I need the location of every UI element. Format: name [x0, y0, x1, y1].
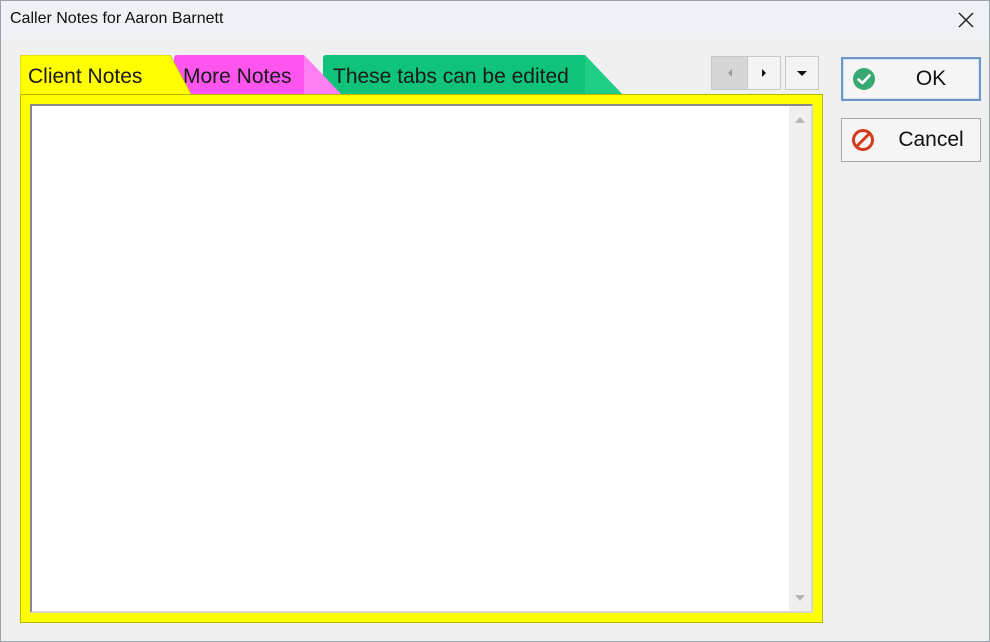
cancel-button-label: Cancel	[898, 128, 964, 151]
tab-list-button[interactable]	[785, 56, 819, 90]
tab-panel	[20, 94, 823, 623]
scroll-down-icon	[795, 594, 805, 601]
tab-client-notes[interactable]: Client Notes	[20, 55, 192, 96]
close-icon	[958, 12, 974, 28]
tab-prev-button[interactable]	[711, 56, 748, 90]
title-bar: Caller Notes for Aaron Barnett	[1, 1, 989, 39]
vertical-scrollbar[interactable]	[789, 106, 811, 611]
scroll-up-button[interactable]	[789, 108, 811, 130]
tab-these-tabs-can-be-edited[interactable]: These tabs can be edited	[323, 55, 623, 95]
no-entry-icon	[852, 129, 874, 151]
window-title: Caller Notes for Aaron Barnett	[10, 10, 224, 27]
chevron-left-icon	[727, 69, 732, 77]
check-circle-icon	[853, 68, 875, 90]
tab-more-notes[interactable]: More Notes	[174, 55, 342, 95]
notes-textarea[interactable]	[30, 104, 813, 613]
close-button[interactable]	[943, 1, 989, 39]
scroll-up-icon	[795, 116, 805, 123]
tab-label: These tabs can be edited	[333, 65, 569, 88]
tab-next-button[interactable]	[747, 56, 781, 90]
ok-button-label: OK	[915, 67, 947, 90]
tab-label: Client Notes	[28, 65, 143, 88]
cancel-button[interactable]: Cancel	[841, 118, 981, 162]
scroll-down-button[interactable]	[789, 587, 811, 609]
chevron-down-icon	[797, 71, 807, 76]
dialog-window: Caller Notes for Aaron Barnett These tab…	[0, 0, 990, 642]
ok-button[interactable]: OK	[841, 57, 981, 101]
tab-label: More Notes	[183, 65, 292, 88]
chevron-right-icon	[762, 69, 766, 77]
